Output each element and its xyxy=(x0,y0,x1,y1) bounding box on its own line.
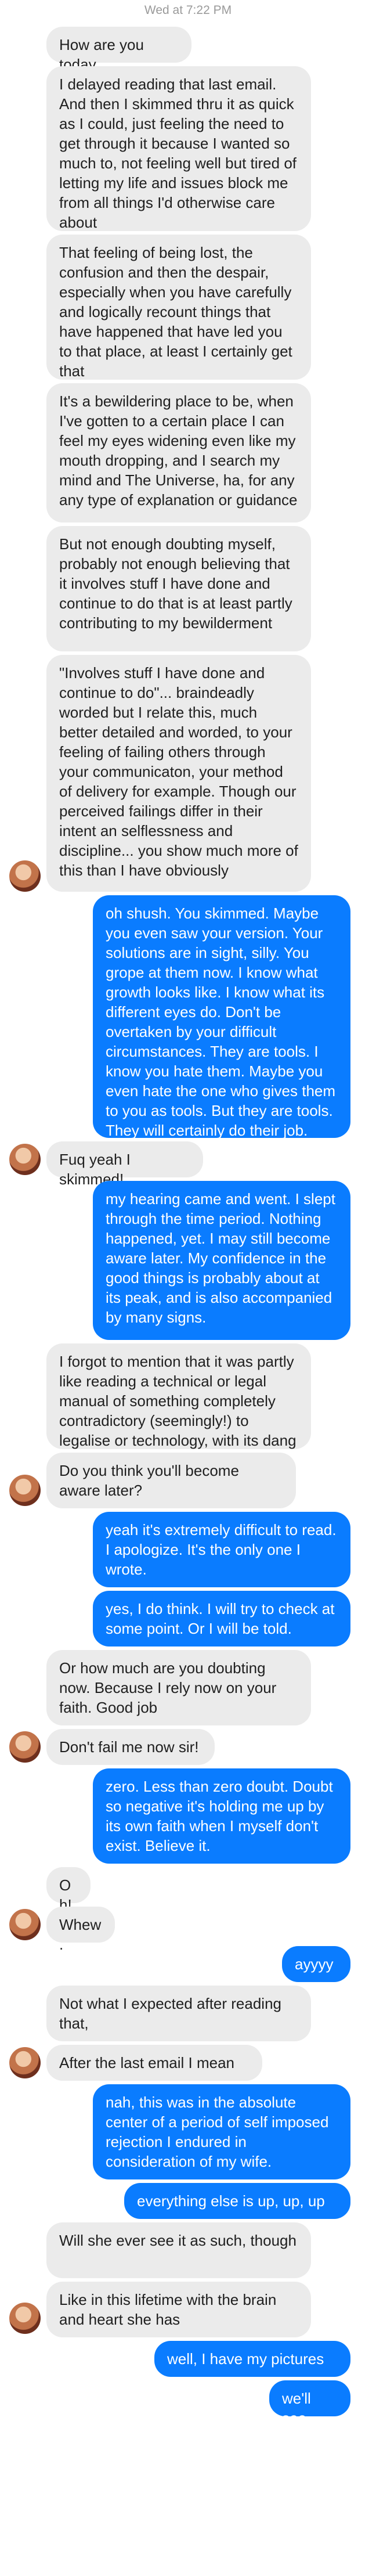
message-bubble-received[interactable]: Like in this lifetime with the brain and… xyxy=(46,2282,311,2337)
message-bubble-received[interactable]: Oh! xyxy=(46,1867,91,1914)
avatar[interactable] xyxy=(9,2047,41,2078)
message-bubble-sent[interactable]: well, I have my pictures xyxy=(154,2341,350,2377)
message-bubble-sent[interactable]: we'll see xyxy=(269,2380,350,2427)
message-bubble-received[interactable]: "Involves stuff I have done and continue… xyxy=(46,655,311,892)
message-bubble-received[interactable]: How are you today xyxy=(46,27,191,73)
message-bubble-received[interactable]: Fuq yeah I skimmed! xyxy=(46,1141,203,1188)
message-bubble-received[interactable]: Will she ever see it as such, though xyxy=(46,2222,311,2278)
message-bubble-received[interactable]: Don't fail me now sir! xyxy=(46,1729,215,1765)
avatar[interactable] xyxy=(9,860,41,892)
message-bubble-sent[interactable]: zero. Less than zero doubt. Doubt so neg… xyxy=(93,1768,350,1864)
avatar[interactable] xyxy=(9,1909,41,1940)
message-bubble-sent[interactable]: oh shush. You skimmed. Maybe you even sa… xyxy=(93,895,350,1139)
avatar[interactable] xyxy=(9,1475,41,1506)
message-bubble-received[interactable]: Or how much are you doubting now. Becaus… xyxy=(46,1650,311,1725)
message-bubble-sent[interactable]: ayyyy xyxy=(282,1946,350,1982)
message-bubble-received[interactable]: I delayed reading that last email. And t… xyxy=(46,66,311,231)
conversation-thread: Wed at 7:22 PM How are you today I delay… xyxy=(0,0,376,2576)
message-bubble-received[interactable]: Not what I expected after reading that, xyxy=(46,1986,311,2041)
avatar[interactable] xyxy=(9,1144,41,1175)
message-bubble-received[interactable]: Whew. xyxy=(46,1907,115,1953)
message-bubble-received[interactable]: Do you think you'll become aware later? xyxy=(46,1453,296,1508)
avatar[interactable] xyxy=(9,1731,41,1763)
message-bubble-sent[interactable]: nah, this was in the absolute center of … xyxy=(93,2084,350,2179)
message-bubble-sent[interactable]: yes, I do think. I will try to check at … xyxy=(93,1591,350,1647)
message-bubble-sent[interactable]: my hearing came and went. I slept throug… xyxy=(93,1181,350,1340)
message-bubble-received[interactable]: But not enough doubting myself, probably… xyxy=(46,526,311,651)
message-bubble-sent[interactable]: everything else is up, up, up xyxy=(124,2183,350,2219)
message-bubble-received[interactable]: After the last email I mean xyxy=(46,2045,262,2081)
avatar[interactable] xyxy=(9,2303,41,2334)
message-bubble-received[interactable]: It's a bewildering place to be, when I'v… xyxy=(46,383,311,523)
message-bubble-received[interactable]: That feeling of being lost, the confusio… xyxy=(46,235,311,380)
message-bubble-received[interactable]: I forgot to mention that it was partly l… xyxy=(46,1343,311,1469)
timestamp: Wed at 7:22 PM xyxy=(144,3,232,17)
message-bubble-sent[interactable]: yeah it's extremely difficult to read. I… xyxy=(93,1512,350,1587)
